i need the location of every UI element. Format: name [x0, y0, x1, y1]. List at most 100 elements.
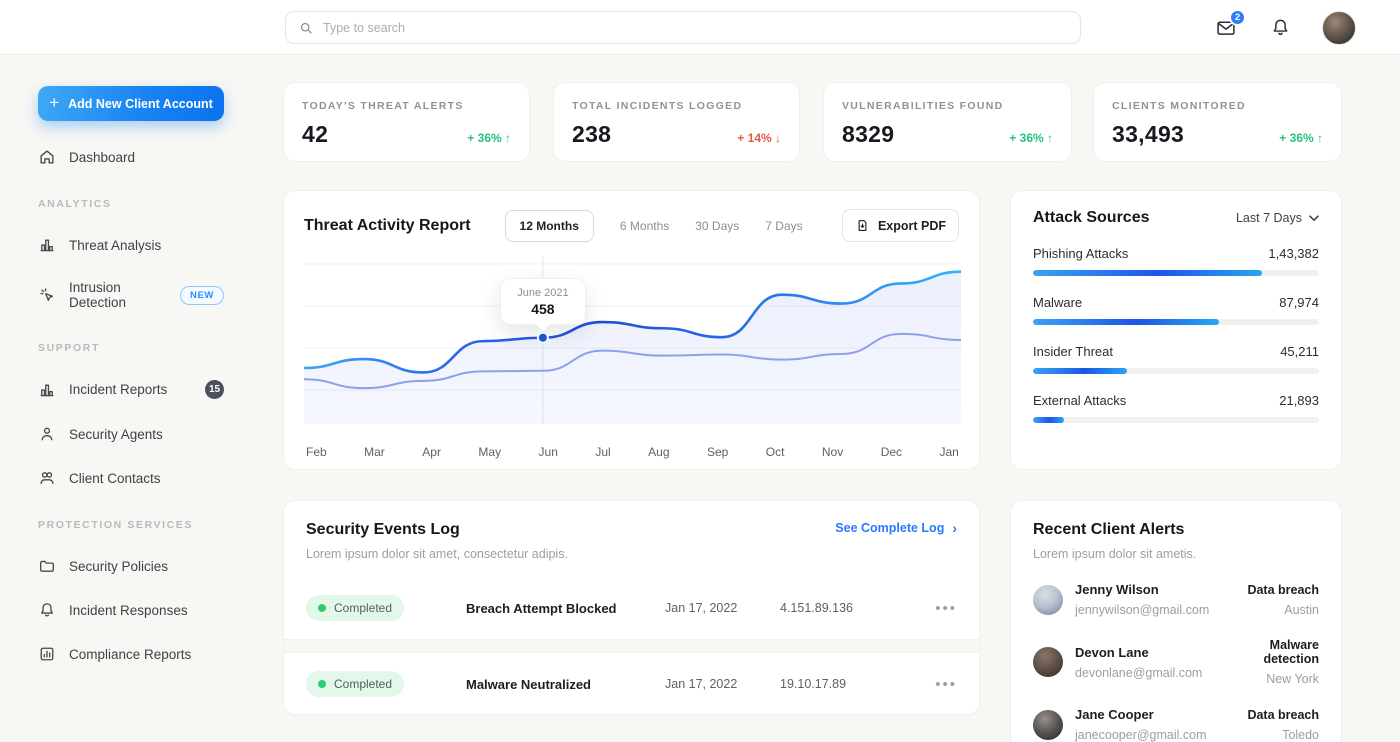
stat-label: VULNERABILITIES FOUND: [842, 100, 1053, 112]
topbar-actions: 2: [1214, 0, 1356, 55]
arrow-up-icon: ↑: [1317, 131, 1323, 145]
plus-icon: +: [49, 94, 59, 111]
chevron-down-icon: [1309, 215, 1319, 222]
sidebar-item-threat-analysis[interactable]: Threat Analysis: [38, 236, 224, 254]
sidebar-item-label: Threat Analysis: [69, 238, 224, 253]
row-menu-button[interactable]: •••: [915, 676, 957, 693]
range-label: Last 7 Days: [1236, 211, 1302, 225]
tab-7-days[interactable]: 7 Days: [765, 219, 802, 233]
progress-track: [1033, 417, 1319, 423]
sidebar-item-incident-reports[interactable]: Incident Reports 15: [38, 380, 224, 399]
sidebar-item-client-contacts[interactable]: Client Contacts: [38, 469, 224, 487]
add-new-client-button[interactable]: + Add New Client Account: [38, 86, 224, 121]
event-ip: 19.10.17.89: [780, 677, 915, 691]
tab-30-days[interactable]: 30 Days: [695, 219, 739, 233]
sidebar-item-compliance-reports[interactable]: Compliance Reports: [38, 645, 224, 663]
x-axis-tick: Jun: [539, 445, 558, 459]
export-pdf-button[interactable]: Export PDF: [842, 209, 959, 242]
search-input[interactable]: [323, 21, 1068, 35]
security-events-subtitle: Lorem ipsum dolor sit amet, consectetur …: [306, 547, 568, 561]
stat-value: 33,493: [1112, 121, 1184, 148]
threat-activity-chart[interactable]: June 2021 458: [304, 256, 961, 424]
alert-row-jenny-wilson[interactable]: Jenny Wilson jennywilson@gmail.com Data …: [1033, 582, 1319, 617]
alert-row-jane-cooper[interactable]: Jane Cooper janecooper@gmail.com Data br…: [1033, 707, 1319, 742]
sidebar-section-support: SUPPORT: [38, 342, 224, 354]
progress-fill: [1033, 270, 1262, 276]
event-date: Jan 17, 2022: [665, 601, 780, 615]
see-complete-log-label: See Complete Log: [835, 521, 944, 535]
cursor-click-icon: [38, 286, 56, 304]
attack-source-label: Insider Threat: [1033, 344, 1113, 359]
stat-card-incidents-logged: TOTAL INCIDENTS LOGGED 238 + 14% ↓: [553, 82, 800, 162]
progress-track: [1033, 319, 1319, 325]
client-avatar: [1033, 585, 1063, 615]
threat-activity-card: Threat Activity Report 12 Months 6 Month…: [283, 190, 980, 470]
stat-delta: + 36% ↑: [1279, 131, 1323, 145]
attack-source-value: 87,974: [1279, 295, 1319, 310]
mail-button[interactable]: 2: [1214, 16, 1238, 40]
stat-label: CLIENTS MONITORED: [1112, 100, 1323, 112]
sidebar-item-incident-responses[interactable]: Incident Responses: [38, 601, 224, 619]
search-bar[interactable]: [285, 11, 1081, 44]
attack-source-label: Malware: [1033, 295, 1082, 310]
alert-type: Malware detection: [1214, 638, 1319, 666]
chevron-right-icon: ›: [952, 521, 957, 535]
sidebar-item-security-agents[interactable]: Security Agents: [38, 425, 224, 443]
row-menu-button[interactable]: •••: [915, 600, 957, 617]
tab-6-months[interactable]: 6 Months: [620, 219, 669, 233]
event-row-malware-neutralized[interactable]: Completed Malware Neutralized Jan 17, 20…: [284, 653, 979, 715]
threat-activity-title: Threat Activity Report: [304, 217, 471, 235]
see-complete-log-link[interactable]: See Complete Log ›: [835, 521, 957, 535]
user-avatar[interactable]: [1322, 11, 1356, 45]
client-alerts-title: Recent Client Alerts: [1033, 521, 1319, 539]
client-name: Devon Lane: [1075, 645, 1202, 660]
progress-fill: [1033, 417, 1064, 423]
sidebar-item-label: Security Policies: [69, 559, 224, 574]
x-axis-tick: Mar: [364, 445, 385, 459]
add-new-client-label: Add New Client Account: [68, 97, 213, 111]
stat-label: TODAY'S THREAT ALERTS: [302, 100, 511, 112]
attack-source-row-insider-threat: Insider Threat 45,211: [1033, 344, 1319, 374]
sidebar-section-analytics: ANALYTICS: [38, 198, 224, 210]
attack-sources-card: Attack Sources Last 7 Days Phishing Atta…: [1010, 190, 1342, 470]
folder-icon: [38, 557, 56, 575]
home-icon: [38, 148, 56, 166]
stat-delta: + 36% ↑: [467, 131, 511, 145]
sidebar-item-label: Intrusion Detection: [69, 280, 167, 310]
notifications-button[interactable]: [1268, 16, 1292, 40]
client-email: devonlane@gmail.com: [1075, 666, 1202, 680]
sidebar-item-dashboard[interactable]: Dashboard: [38, 148, 224, 166]
attack-sources-range-dropdown[interactable]: Last 7 Days: [1236, 211, 1319, 225]
sidebar-item-intrusion-detection[interactable]: Intrusion Detection NEW: [38, 280, 224, 310]
bar-chart-icon: [38, 381, 56, 399]
alert-type: Data breach: [1247, 583, 1319, 597]
x-axis-tick: Nov: [822, 445, 843, 459]
alert-city: Toledo: [1247, 728, 1319, 742]
event-row-breach-attempt[interactable]: Completed Breach Attempt Blocked Jan 17,…: [284, 577, 979, 639]
attack-sources-title: Attack Sources: [1033, 209, 1150, 227]
progress-track: [1033, 270, 1319, 276]
stat-card-clients-monitored: CLIENTS MONITORED 33,493 + 36% ↑: [1093, 82, 1342, 162]
x-axis-tick: Feb: [306, 445, 327, 459]
sidebar-item-label: Incident Responses: [69, 603, 224, 618]
sidebar-item-security-policies[interactable]: Security Policies: [38, 557, 224, 575]
report-chart-icon: [38, 645, 56, 663]
export-file-icon: [855, 218, 870, 233]
stat-value: 238: [572, 121, 611, 148]
progress-fill: [1033, 319, 1219, 325]
client-alerts-subtitle: Lorem ipsum dolor sit ametis.: [1033, 547, 1319, 561]
person-icon: [38, 425, 56, 443]
stat-delta: + 14% ↓: [737, 131, 781, 145]
bar-chart-icon: [38, 236, 56, 254]
attack-source-row-external-attacks: External Attacks 21,893: [1033, 393, 1319, 423]
client-name: Jenny Wilson: [1075, 582, 1235, 597]
alert-row-devon-lane[interactable]: Devon Lane devonlane@gmail.com Malware d…: [1033, 638, 1319, 686]
bell-icon: [38, 601, 56, 619]
tab-12-months[interactable]: 12 Months: [505, 210, 594, 242]
bell-icon: [1270, 17, 1291, 38]
attack-source-row-malware: Malware 87,974: [1033, 295, 1319, 325]
stat-label: TOTAL INCIDENTS LOGGED: [572, 100, 781, 112]
status-dot-icon: [318, 604, 326, 612]
recent-client-alerts-card: Recent Client Alerts Lorem ipsum dolor s…: [1010, 500, 1342, 742]
tooltip-value: 458: [507, 301, 579, 317]
